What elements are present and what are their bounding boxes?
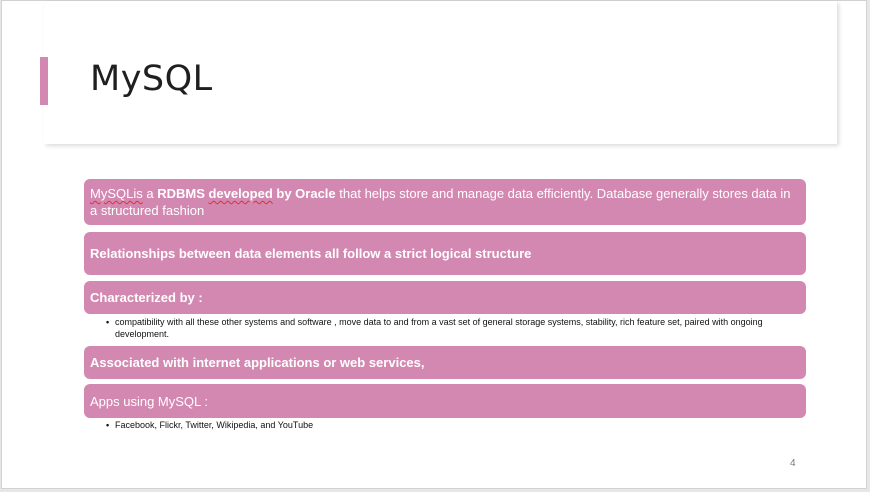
- slide-title[interactable]: MySQL: [90, 57, 213, 101]
- characterized-text: Characterized by :: [90, 290, 203, 305]
- content-box-internet[interactable]: Associated with internet applications or…: [84, 346, 806, 379]
- title-accent-bar: [40, 57, 48, 105]
- term-mysqlis: MySQLis: [90, 186, 143, 201]
- bullet-icon: •: [106, 420, 110, 430]
- bullet-icon: •: [106, 317, 110, 327]
- apps-text: Apps using MySQL :: [90, 393, 209, 409]
- bullet-item-apps: • Facebook, Flickr, Twitter, Wikipedia, …: [106, 419, 796, 431]
- term-by-oracle: by Oracle: [272, 186, 336, 201]
- definition-text: MySQLis a RDBMS developed by Oracle that…: [90, 185, 800, 219]
- term-developed: developed: [208, 186, 273, 201]
- content-box-apps[interactable]: Apps using MySQL :: [84, 384, 806, 418]
- text-a: a: [142, 186, 158, 201]
- page-number: 4: [790, 458, 796, 469]
- bullet-text: Facebook, Flickr, Twitter, Wikipedia, an…: [115, 420, 314, 430]
- slide: MySQL MySQLis a RDBMS developed by Oracl…: [1, 0, 867, 489]
- bullet-item-characteristics: • compatibility with all these other sys…: [106, 316, 796, 340]
- content-box-characterized[interactable]: Characterized by :: [84, 281, 806, 314]
- content-box-relationships[interactable]: Relationships between data elements all …: [84, 232, 806, 275]
- internet-text: Associated with internet applications or…: [90, 355, 425, 370]
- content-box-definition[interactable]: MySQLis a RDBMS developed by Oracle that…: [84, 179, 806, 225]
- relationships-text: Relationships between data elements all …: [90, 246, 532, 261]
- bullet-text: compatibility with all these other syste…: [115, 317, 763, 339]
- term-rdbms: RDBMS: [157, 186, 209, 201]
